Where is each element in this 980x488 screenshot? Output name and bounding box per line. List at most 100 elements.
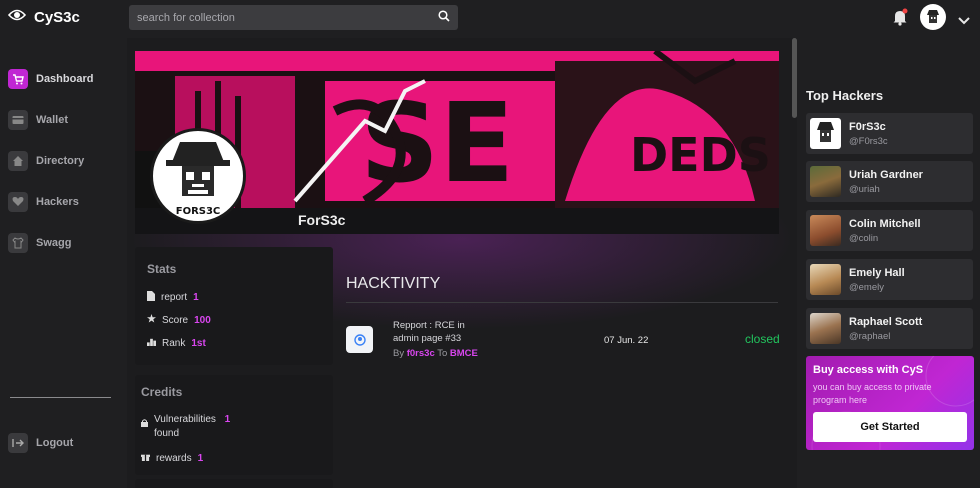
hacker-name: Raphael Scott [849,315,923,328]
lock-icon [141,419,148,430]
report-date: 07 Jun. 22 [604,335,649,346]
buy-access-description: you can buy access to private program he… [813,382,932,405]
stat-report: report 1 [147,291,199,304]
hacker-name: Colin Mitchell [849,217,921,230]
profile-avatar: FORS3C [150,128,246,224]
sidebar-item-swagg[interactable]: Swagg [8,222,118,263]
hacker-info: Colin Mitchell @colin [849,218,921,244]
sidebar-item-label: Swagg [36,236,72,249]
gift-icon [141,452,150,464]
hacker-card[interactable]: Emely Hall @emely [806,259,973,300]
credit-vuln-label: Vulnerabilities 1 found [154,413,230,441]
report-to-label: To [437,348,448,359]
logout-button[interactable]: Logout [8,422,73,463]
shirt-icon [8,232,28,253]
hacker-card[interactable]: Uriah Gardner @uriah [806,161,973,202]
user-avatar[interactable] [920,4,946,30]
credit-rewards-label: rewards [156,452,192,464]
cart-icon [8,68,28,89]
sidebar-item-label: Dashboard [36,72,94,85]
hacker-card[interactable]: Colin Mitchell @colin [806,210,973,251]
credit-rewards-value: 1 [197,452,204,464]
home-icon [8,150,28,171]
sidebar-nav: Dashboard Wallet Directory Hackers Swagg [8,58,118,263]
hacker-name: F0rS3c [849,120,886,133]
star-icon [147,314,156,326]
hacker-card[interactable]: Raphael Scott @raphael [806,308,973,349]
avatar-logo-text: FORS3C [176,206,221,217]
hacktivity-title: HACKTIVITY [346,275,441,292]
credit-vuln-label-line2: found [154,428,180,439]
nav-divider [10,397,111,398]
stat-score-label: Score [162,314,189,326]
hacker-handle: @F0rs3c [849,135,888,147]
search-bar[interactable] [129,5,458,30]
sidebar-item-dashboard[interactable]: Dashboard [8,58,118,99]
get-started-button[interactable]: Get Started [813,412,967,442]
wallet-icon [8,109,28,130]
hacker-name: Emely Hall [849,266,905,279]
main-scrollbar[interactable] [792,38,797,118]
report-target-link[interactable]: BMCE [450,348,478,359]
hacker-handle: @emely [849,281,884,293]
report-target-logo-icon [346,326,373,353]
app-title: CyS3c [34,9,80,26]
hacker-avatar [810,264,841,295]
rank-icon [147,337,156,349]
sidebar-item-label: Hackers [36,195,79,208]
sidebar-item-wallet[interactable]: Wallet [8,99,118,140]
stat-report-value: 1 [193,292,199,303]
logout-label: Logout [36,436,74,449]
credit-vuln-value: 1 [224,414,231,425]
next-card [135,479,333,488]
sidebar-item-directory[interactable]: Directory [8,140,118,181]
search-input[interactable] [137,11,438,24]
heart-icon [8,191,28,212]
stat-report-label: report [161,292,188,303]
credit-vulnerabilities: Vulnerabilities 1 found [141,413,230,441]
chevron-down-icon[interactable] [958,12,970,30]
sidebar-item-label: Directory [36,154,85,167]
hacker-handle: @uriah [849,183,880,195]
hacktivity-divider [346,302,778,303]
stat-rank: Rank 1st [147,337,206,349]
hacker-name: Uriah Gardner [849,168,923,181]
report-byline: By f0rs3c To BMCE [393,348,478,359]
hacker-handle: @colin [849,232,879,244]
profile-name: ForS3c [298,212,346,228]
hacker-info: Uriah Gardner @uriah [849,169,923,195]
top-hackers-title: Top Hackers [806,88,884,103]
report-title-line1: Repport : RCE in [393,320,465,331]
hacker-handle: @raphael [849,330,891,342]
search-icon[interactable] [438,9,450,27]
credits-title: Credits [141,385,183,399]
hacker-avatar [810,118,841,149]
report-by-label: By [393,348,405,359]
report-title-line2: admin page #33 [393,333,462,344]
report-title[interactable]: Repport : RCE in admin page #33 [393,319,483,345]
hacker-info: F0rS3c @F0rs3c [849,121,888,147]
report-author-link[interactable]: f0rs3c [407,348,435,359]
sidebar-item-hackers[interactable]: Hackers [8,181,118,222]
document-icon [147,291,155,304]
stat-rank-label: Rank [162,337,186,349]
credits-card: Credits Vulnerabilities 1 found rewards … [135,375,333,475]
credit-rewards: rewards 1 [141,452,203,464]
hacker-avatar [810,215,841,246]
stat-rank-value: 1st [191,337,206,349]
hacker-card[interactable]: F0rS3c @F0rs3c [806,113,973,154]
hacker-avatar [810,166,841,197]
stat-score: Score 100 [147,314,211,326]
logout-icon [8,432,28,453]
eye-icon [7,8,27,27]
notification-bell-icon[interactable] [892,8,908,31]
profile-name-bar [135,208,779,234]
buy-access-title: Buy access with CyS [813,364,924,376]
stats-title: Stats [147,262,177,276]
buy-access-card: Buy access with CyS you can buy access t… [806,356,974,450]
hacker-info: Raphael Scott @raphael [849,316,922,342]
stats-card: Stats report 1 Score 100 Rank 1st [135,247,333,365]
app-logo[interactable]: CyS3c [7,8,80,27]
hacker-avatar [810,313,841,344]
stat-score-value: 100 [194,314,211,326]
